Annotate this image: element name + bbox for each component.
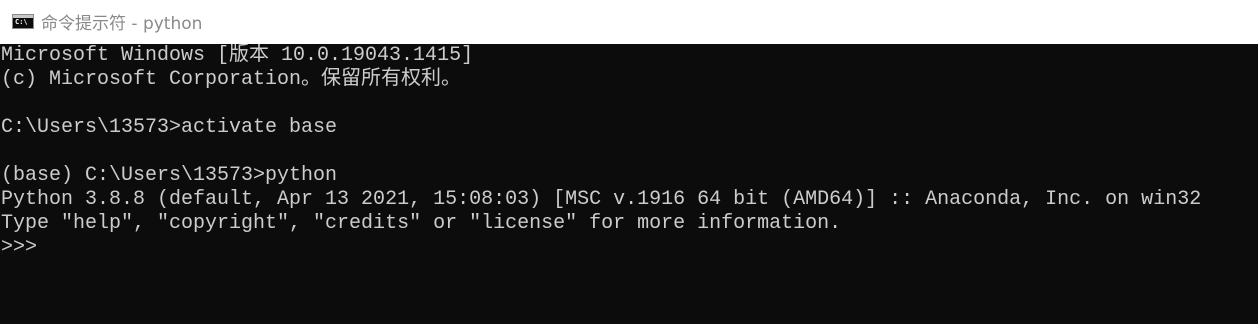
console-line-activate: C:\Users\13573>activate base (1, 116, 338, 139)
console-prompt[interactable]: >>> (1, 236, 1258, 260)
console-output[interactable]: Microsoft Windows [版本 10.0.19043.1415] (… (0, 44, 1258, 324)
console-line-python-version: Python 3.8.8 (default, Apr 13 2021, 15:0… (1, 188, 1202, 211)
window-title: 命令提示符 - python (41, 13, 203, 34)
console-line-version: Microsoft Windows [版本 10.0.19043.1415] (1, 44, 474, 67)
cmd-icon: C:\ (12, 13, 34, 29)
console-line-python-command: (base) C:\Users\13573>python (1, 164, 338, 187)
console-line-copyright: (c) Microsoft Corporation。保留所有权利。 (1, 68, 462, 91)
console-line-help-hint: Type "help", "copyright", "credits" or "… (1, 212, 842, 235)
command-prompt-window: C:\ 命令提示符 - python Microsoft Windows [版本… (0, 0, 1258, 324)
title-bar[interactable]: C:\ 命令提示符 - python (0, 0, 1258, 44)
